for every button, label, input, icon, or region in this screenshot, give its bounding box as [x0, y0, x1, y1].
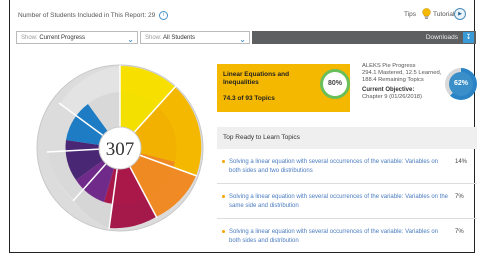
bullet-icon: [222, 230, 225, 233]
ready-topic-link[interactable]: Solving a linear equation with several o…: [229, 228, 449, 246]
students-select-value: All Students: [163, 35, 196, 41]
bullet-icon: [222, 160, 225, 163]
pie-progress-summary: ALEKS Pie Progress 294.1 Mastered, 12.5 …: [362, 63, 477, 113]
students-select[interactable]: Show: All Students ⌄: [140, 31, 250, 44]
chevron-down-icon: ⌄: [239, 35, 246, 44]
ready-topic-percent: 7%: [455, 194, 464, 200]
progress-select[interactable]: Show: Current Progress ⌄: [16, 31, 138, 44]
topic-percent: 80%: [320, 69, 350, 99]
students-count-label: Number of Students Included in This Repo…: [18, 12, 156, 20]
downloads-bar: Downloads ↧: [252, 31, 476, 44]
tutorial-label[interactable]: Tutorial: [433, 11, 454, 18]
bullet-icon: [222, 195, 225, 198]
report-panel: Number of Students Included in This Repo…: [9, 0, 477, 253]
report-header: Number of Students Included in This Repo…: [16, 8, 468, 23]
current-topic-card[interactable]: Linear Equations and Inequalities 74.3 o…: [217, 64, 350, 112]
students-count: Number of Students Included in This Repo…: [18, 11, 168, 20]
downloads-label[interactable]: Downloads: [426, 31, 458, 44]
tips-label[interactable]: Tips: [404, 11, 416, 18]
pie-progress-title: ALEKS Pie Progress: [362, 63, 416, 69]
progress-select-value: Current Progress: [39, 35, 86, 41]
divider: [217, 218, 477, 219]
divider: [217, 183, 477, 184]
topic-count: 74.3 of 93 Topics: [223, 95, 275, 102]
ready-to-learn-header: Top Ready to Learn Topics: [217, 127, 477, 149]
lightbulb-icon[interactable]: [422, 8, 431, 20]
ready-to-learn-title: Top Ready to Learn Topics: [223, 134, 300, 141]
ready-topic-link[interactable]: Solving a linear equation with several o…: [229, 193, 449, 211]
pie-center-value: 307: [106, 139, 135, 160]
ready-topic-percent: 7%: [455, 229, 464, 235]
chevron-down-icon: ⌄: [127, 35, 134, 44]
show-label: Show:: [21, 35, 38, 41]
download-icon[interactable]: ↧: [463, 32, 474, 43]
progress-percent: 62%: [449, 72, 473, 96]
aleks-pie-chart[interactable]: 307: [36, 52, 204, 244]
progress-ring: 62%: [445, 68, 477, 100]
ready-topic-link[interactable]: Solving a linear equation with several o…: [229, 158, 449, 176]
ready-topic-percent: 14%: [455, 159, 468, 165]
info-icon[interactable]: i: [159, 11, 168, 20]
filter-bar: Show: Current Progress ⌄ Show: All Stude…: [16, 31, 476, 46]
tutorial-icon[interactable]: ▶: [454, 8, 466, 20]
topic-title: Linear Equations and Inequalities: [223, 71, 290, 86]
show-label: Show:: [145, 35, 162, 41]
